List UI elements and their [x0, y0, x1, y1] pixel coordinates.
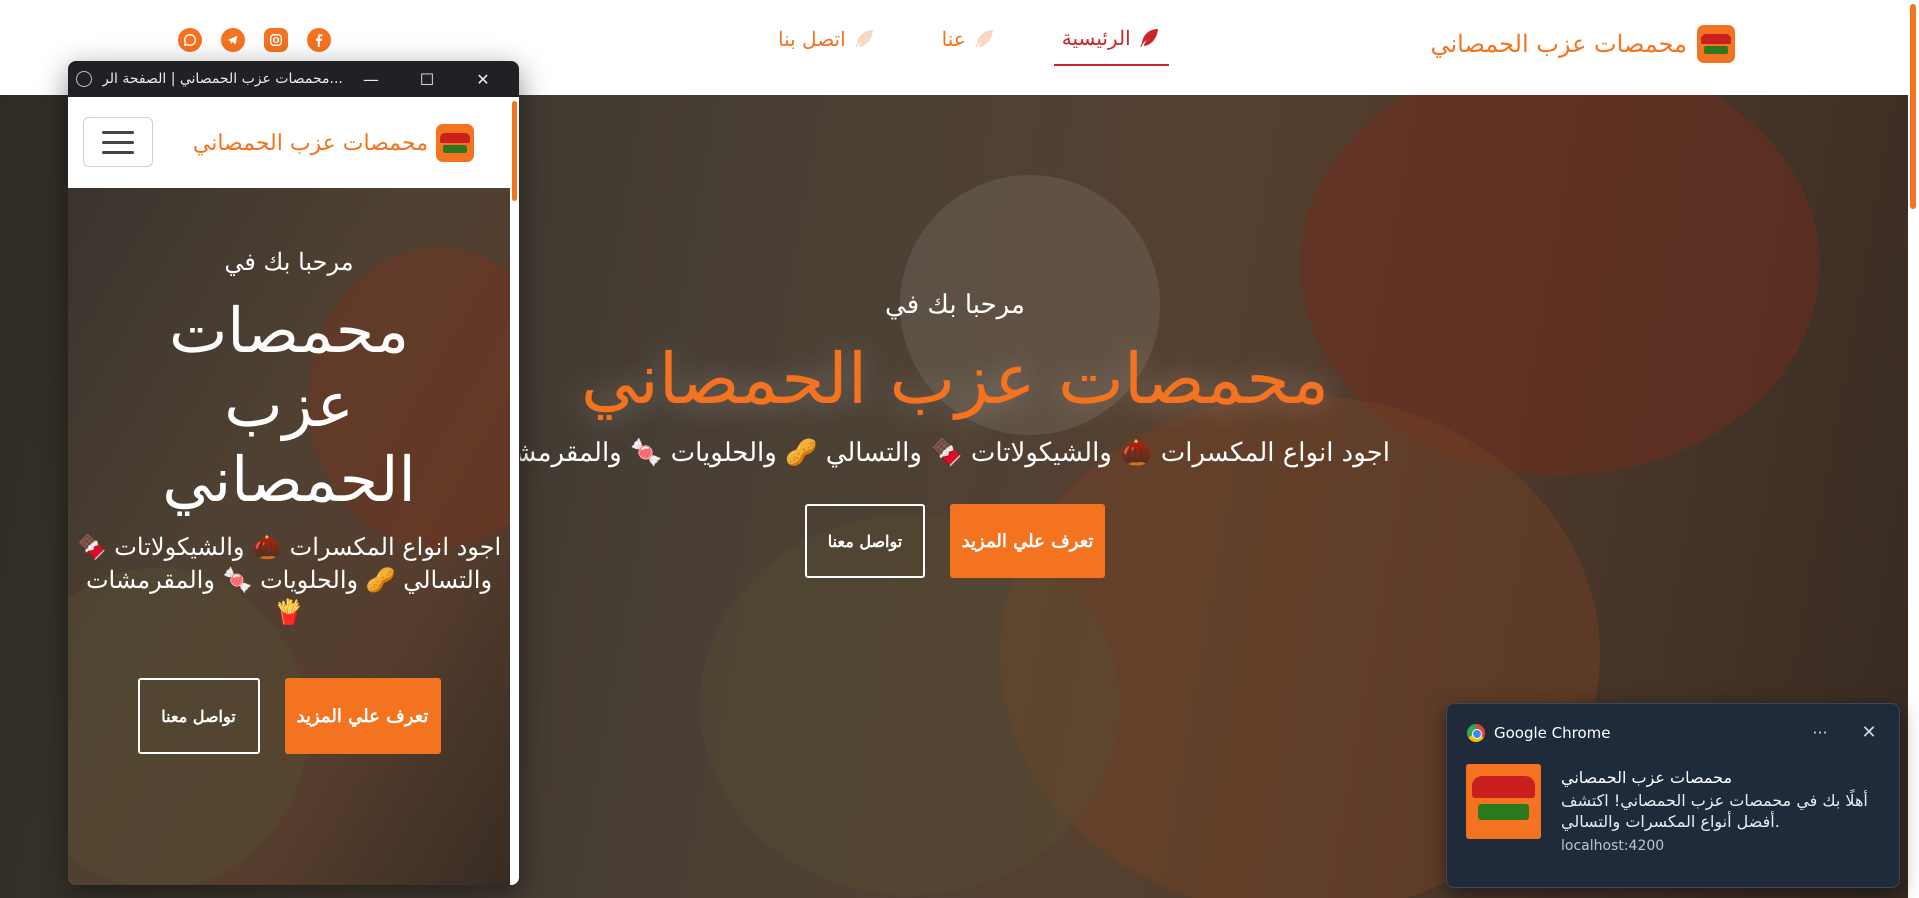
feather-icon: [854, 30, 873, 48]
close-icon[interactable]: ✕: [1859, 722, 1879, 743]
contact-us-button[interactable]: تواصل معنا: [805, 504, 925, 578]
hamburger-menu-icon[interactable]: [83, 117, 153, 167]
mobile-browser-window: محمصات عزب الحمصاني | الصفحة الر... — ☐ …: [68, 61, 519, 885]
main-nav: الرئيسية عنا اتصل بنا: [770, 26, 1169, 66]
window-scrollbar[interactable]: [510, 97, 519, 885]
hero-title: محمصات عزب الحمصاني: [580, 338, 1330, 420]
brand-logo: [436, 124, 474, 162]
notification-app-name: Google Chrome: [1494, 723, 1611, 742]
nav-item-label: عنا: [941, 27, 966, 51]
globe-icon: [76, 71, 92, 87]
hero-subtitle: اجود انواع المكسرات 🌰 والشيكولاتات 🍫 وال…: [76, 533, 502, 626]
facebook-icon[interactable]: [307, 28, 331, 52]
notification-image: [1466, 764, 1541, 839]
feather-icon: [1139, 29, 1158, 47]
notification-body: محمصات عزب الحمصاني أهلًا بك في محمصات ع…: [1561, 768, 1879, 854]
nav-item-home[interactable]: الرئيسية: [1053, 26, 1169, 66]
chrome-icon: [1467, 723, 1485, 742]
window-title: محمصات عزب الحمصاني | الصفحة الر...: [102, 71, 343, 87]
nav-item-label: الرئيسية: [1061, 26, 1131, 50]
notification-header: Google Chrome ··· ✕: [1467, 722, 1879, 743]
nav-item-about[interactable]: عنا: [934, 26, 1004, 66]
mobile-hero-section: مرحبا بك في محمصات عزب الحمصاني اجود انو…: [68, 188, 510, 885]
notification-message: أهلًا بك في محمصات عزب الحمصاني! اكتشف أ…: [1561, 791, 1868, 831]
hero-content: مرحبا بك في محمصات عزب الحمصاني اجود انو…: [520, 290, 1390, 578]
brand-logo: [1697, 25, 1735, 63]
brand-name: محمصات عزب الحمصاني: [192, 130, 428, 156]
site-brand[interactable]: محمصات عزب الحمصاني: [1430, 25, 1735, 63]
social-links: [178, 28, 331, 52]
chrome-notification[interactable]: Google Chrome ··· ✕ محمصات عزب الحمصاني …: [1446, 703, 1900, 888]
notification-source: localhost:4200: [1561, 837, 1665, 854]
maximize-button[interactable]: ☐: [399, 70, 455, 89]
nav-item-label: اتصل بنا: [778, 27, 846, 51]
mobile-navbar: محمصات عزب الحمصاني: [68, 97, 519, 188]
hero-buttons: تعرف علي المزيد تواصل معنا: [520, 504, 1390, 578]
instagram-icon[interactable]: [264, 28, 288, 52]
whatsapp-icon[interactable]: [178, 28, 202, 52]
hero-title: محمصات عزب الحمصاني: [162, 294, 416, 516]
learn-more-button[interactable]: تعرف علي المزيد: [950, 504, 1105, 578]
contact-us-button[interactable]: تواصل معنا: [137, 678, 260, 755]
page-scrollbar[interactable]: [1908, 0, 1919, 898]
hero-welcome: مرحبا بك في: [885, 290, 1025, 320]
mobile-hero-content: مرحبا بك في محمصات عزب الحمصاني اجود انو…: [68, 248, 510, 755]
scrollbar-thumb[interactable]: [512, 101, 517, 201]
close-button[interactable]: ✕: [455, 70, 511, 89]
hero-subtitle: اجود انواع المكسرات 🌰 والشيكولاتات 🍫 وال…: [520, 438, 1390, 468]
hero-welcome: مرحبا بك في: [224, 248, 354, 276]
hero-buttons: تعرف علي المزيد تواصل معنا: [68, 678, 510, 755]
window-titlebar[interactable]: محمصات عزب الحمصاني | الصفحة الر... — ☐ …: [68, 61, 519, 97]
feather-icon: [974, 30, 993, 48]
telegram-icon[interactable]: [221, 28, 245, 52]
mobile-brand[interactable]: محمصات عزب الحمصاني: [193, 124, 474, 162]
scrollbar-thumb[interactable]: [1910, 4, 1916, 209]
brand-name: محمصات عزب الحمصاني: [1430, 30, 1687, 58]
more-options-icon[interactable]: ···: [1805, 723, 1835, 742]
notification-title: محمصات عزب الحمصاني: [1561, 768, 1733, 787]
minimize-button[interactable]: —: [343, 70, 399, 89]
nav-item-contact[interactable]: اتصل بنا: [770, 26, 884, 66]
learn-more-button[interactable]: تعرف علي المزيد: [284, 678, 441, 755]
